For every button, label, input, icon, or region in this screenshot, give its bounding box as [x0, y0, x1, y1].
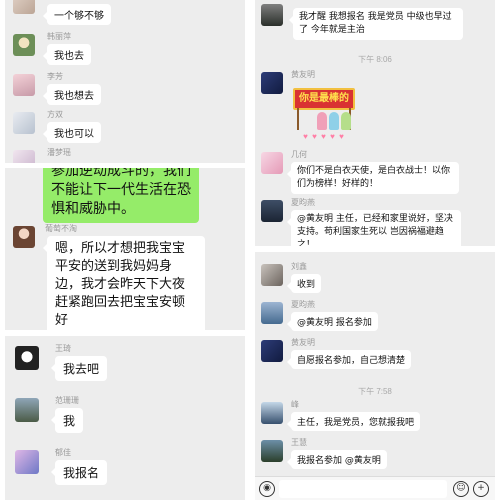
- avatar[interactable]: [261, 4, 283, 26]
- chat-panel-2: 参加逆动成斗的，我们不能让下一代生活在恐惧和威胁中。 葡萄不淘 嗯，所以才想把我…: [5, 168, 245, 330]
- avatar[interactable]: [13, 226, 35, 248]
- avatar[interactable]: [13, 34, 35, 56]
- hearts-icon: ♥ ♥ ♥ ♥ ♥: [303, 132, 345, 141]
- sender-name: 韩丽萍: [47, 32, 71, 41]
- avatar[interactable]: [15, 346, 39, 370]
- sender-name: 刘鑫: [291, 262, 307, 271]
- message-bubble[interactable]: 收到: [286, 274, 322, 293]
- avatar[interactable]: [13, 112, 35, 134]
- message-bubble[interactable]: 自愿报名参加，自己想清楚: [286, 350, 412, 369]
- sender-name: 峰: [291, 400, 299, 409]
- sender-name: 王琦: [55, 344, 71, 353]
- message-bubble[interactable]: 一个够不够: [43, 4, 111, 25]
- avatar[interactable]: [261, 302, 283, 324]
- message-bubble[interactable]: 我才醒 我想报名 我是党员 中级也早过了 今年就是主治: [289, 8, 463, 40]
- chat-panel-1: 一个够不够 韩丽萍 我也去 李芳 我也想去 方双 我也可以 潘梦瑶: [5, 0, 245, 163]
- avatar[interactable]: [261, 152, 283, 174]
- sticker-figure: [329, 112, 339, 130]
- sticker-banner: 你是最棒的: [293, 88, 355, 110]
- message-bubble[interactable]: 我也想去: [43, 84, 101, 105]
- message-bubble[interactable]: @黄友明 报名参加: [287, 312, 378, 331]
- sender-name: 黄友明: [291, 338, 315, 347]
- plus-icon[interactable]: +: [473, 481, 489, 497]
- avatar[interactable]: [261, 340, 283, 362]
- message-bubble[interactable]: 我: [50, 408, 84, 433]
- avatar[interactable]: [261, 440, 283, 462]
- sender-name: 王慧: [291, 438, 307, 447]
- sender-name: 潘梦瑶: [47, 148, 71, 157]
- message-bubble[interactable]: 你们不是白衣天使，是白衣战士！以你们为榜样！好样的！: [287, 162, 459, 194]
- message-bubble[interactable]: 我也可以: [43, 122, 101, 143]
- message-bubble[interactable]: 我报名参加 @黄友明: [287, 450, 387, 469]
- sender-name: 葡萄不淘: [45, 224, 77, 233]
- avatar[interactable]: [261, 264, 283, 286]
- sticker-figure: [341, 112, 351, 130]
- sender-name: 郁佳: [55, 448, 71, 457]
- sender-name: 李芳: [47, 72, 63, 81]
- timestamp: 下午 8:06: [358, 55, 392, 64]
- avatar[interactable]: [13, 0, 35, 14]
- message-input[interactable]: [279, 480, 447, 498]
- chat-panel-4: 我才醒 我想报名 我是党员 中级也早过了 今年就是主治 下午 8:06 黄友明 …: [255, 0, 495, 246]
- sender-name: 黄友明: [291, 70, 315, 79]
- message-bubble-sent[interactable]: 参加逆动成斗的，我们不能让下一代生活在恐惧和威胁中。: [43, 168, 199, 223]
- sender-name: 几何: [291, 150, 307, 159]
- emoji-icon[interactable]: ☺: [453, 481, 469, 497]
- avatar[interactable]: [13, 74, 35, 96]
- sender-name: 夏昀燕: [291, 198, 315, 207]
- message-bubble[interactable]: @黄友明 主任，已经和家里说好，坚决支持。苟利国家生死以 岂因祸福避趋之！: [287, 210, 461, 246]
- message-bubble[interactable]: 我也去: [43, 44, 91, 65]
- sticker-image[interactable]: 你是最棒的 ♥ ♥ ♥ ♥ ♥: [289, 88, 359, 144]
- avatar[interactable]: [261, 200, 283, 222]
- message-bubble[interactable]: 主任，我是党员，您就报我吧: [286, 412, 421, 431]
- sender-name: 方双: [47, 110, 63, 119]
- message-bubble[interactable]: 嗯，所以才想把我宝宝平安的送到我妈妈身边，我才会昨天下大夜赶紧跑回去把宝宝安顿好: [43, 236, 205, 330]
- chat-panel-3: 王琦 我去吧 范珊珊 我 郁佳 我报名: [5, 336, 245, 500]
- avatar[interactable]: [261, 72, 283, 94]
- voice-icon[interactable]: ◉: [259, 481, 275, 497]
- input-bar: ◉ ☺ +: [255, 476, 495, 500]
- avatar[interactable]: [261, 402, 283, 424]
- avatar[interactable]: [15, 450, 39, 474]
- avatar[interactable]: [15, 398, 39, 422]
- chat-panel-5: 刘鑫 收到 夏昀燕 @黄友明 报名参加 黄友明 自愿报名参加，自己想清楚 下午 …: [255, 252, 495, 500]
- sender-name: 夏昀燕: [291, 300, 315, 309]
- sender-name: 范珊珊: [55, 396, 79, 405]
- sticker-figure: [317, 112, 327, 130]
- timestamp: 下午 7:58: [358, 387, 392, 396]
- message-bubble[interactable]: 我去吧: [50, 356, 108, 381]
- avatar[interactable]: [13, 150, 35, 163]
- message-bubble[interactable]: 我报名: [50, 460, 108, 485]
